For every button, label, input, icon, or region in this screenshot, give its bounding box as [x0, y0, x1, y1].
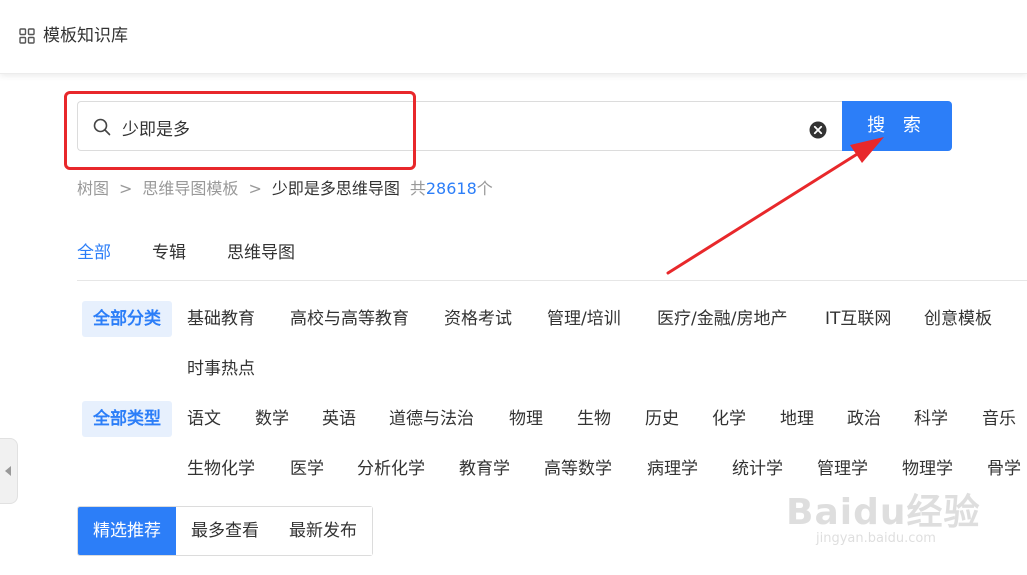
filter-type-item[interactable]: 分析化学 — [357, 451, 425, 487]
grid-icon[interactable] — [19, 28, 35, 44]
filter-type-item[interactable]: 英语 — [322, 401, 356, 437]
search-box — [77, 101, 842, 151]
top-bar: 模板知识库 — [0, 0, 1027, 74]
filter-category-item[interactable]: 时事热点 — [187, 351, 255, 387]
filter-type-item[interactable]: 医学 — [290, 451, 324, 487]
filter-type-item[interactable]: 历史 — [645, 401, 679, 437]
filter-type-item[interactable]: 生物化学 — [187, 451, 255, 487]
filter-type-item[interactable]: 生物 — [577, 401, 611, 437]
sidebar-collapse-handle[interactable] — [0, 438, 18, 504]
filter-type-all[interactable]: 全部类型 — [82, 401, 172, 437]
filter-category-item[interactable]: 创意模板 — [924, 301, 992, 337]
breadcrumb-separator: > — [248, 179, 262, 198]
filter-type-item[interactable]: 科学 — [914, 401, 948, 437]
filter-type-item[interactable]: 教育学 — [459, 451, 510, 487]
filter-category-item[interactable]: 医疗/金融/房地产 — [657, 301, 787, 337]
filter-type-item[interactable]: 数学 — [255, 401, 289, 437]
sort-button-group: 精选推荐 最多查看 最新发布 — [77, 506, 373, 556]
breadcrumb-separator: > — [119, 179, 133, 198]
filter-type-item[interactable]: 管理学 — [817, 451, 868, 487]
filter-type-item[interactable]: 道德与法治 — [389, 401, 474, 437]
result-count-suffix: 个 — [476, 179, 493, 198]
filter-category-item[interactable]: 高校与高等教育 — [290, 301, 409, 337]
filter-type-item[interactable]: 统计学 — [732, 451, 783, 487]
search-button[interactable]: 搜 索 — [842, 101, 952, 151]
filter-type-item[interactable]: 政治 — [847, 401, 881, 437]
tab-all[interactable]: 全部 — [77, 240, 111, 266]
filter-type-item[interactable]: 物理 — [509, 401, 543, 437]
filter-type-item[interactable]: 高等数学 — [544, 451, 612, 487]
result-count: 28618 — [425, 179, 477, 198]
filter-type-item[interactable]: 物理学 — [902, 451, 953, 487]
breadcrumb-item-current: 少即是多思维导图 — [271, 179, 400, 198]
filter-category-item[interactable]: IT互联网 — [825, 301, 891, 337]
search-icon — [93, 118, 111, 136]
sort-featured-button[interactable]: 精选推荐 — [78, 507, 176, 555]
filter-type-item[interactable]: 地理 — [780, 401, 814, 437]
filter-type-item[interactable]: 骨学 — [987, 451, 1021, 487]
sort-newest-button[interactable]: 最新发布 — [274, 507, 372, 555]
tab-mindmap[interactable]: 思维导图 — [227, 240, 295, 266]
chevron-left-icon — [5, 466, 11, 476]
clear-icon[interactable] — [809, 121, 827, 139]
filter-category-all[interactable]: 全部分类 — [82, 301, 172, 337]
breadcrumb-item-root[interactable]: 树图 — [77, 179, 109, 198]
filter-category-item[interactable]: 资格考试 — [444, 301, 512, 337]
filter-category-item[interactable]: 基础教育 — [187, 301, 255, 337]
sort-most-viewed-button[interactable]: 最多查看 — [176, 507, 274, 555]
filter-type-item[interactable]: 化学 — [712, 401, 746, 437]
filter-category-item[interactable]: 管理/培训 — [547, 301, 621, 337]
tab-album[interactable]: 专辑 — [152, 240, 186, 266]
breadcrumb-item-category[interactable]: 思维导图模板 — [142, 179, 238, 198]
result-count-prefix: 共 — [409, 179, 426, 198]
filter-type-item[interactable]: 病理学 — [647, 451, 698, 487]
app-title[interactable]: 模板知识库 — [43, 24, 128, 48]
filter-type-item[interactable]: 音乐 — [982, 401, 1016, 437]
tab-divider — [77, 280, 1027, 281]
filter-type-item[interactable]: 语文 — [187, 401, 221, 437]
search-input[interactable] — [122, 112, 782, 142]
breadcrumb: 树图 > 思维导图模板 > 少即是多思维导图 共28618个 — [77, 178, 493, 200]
